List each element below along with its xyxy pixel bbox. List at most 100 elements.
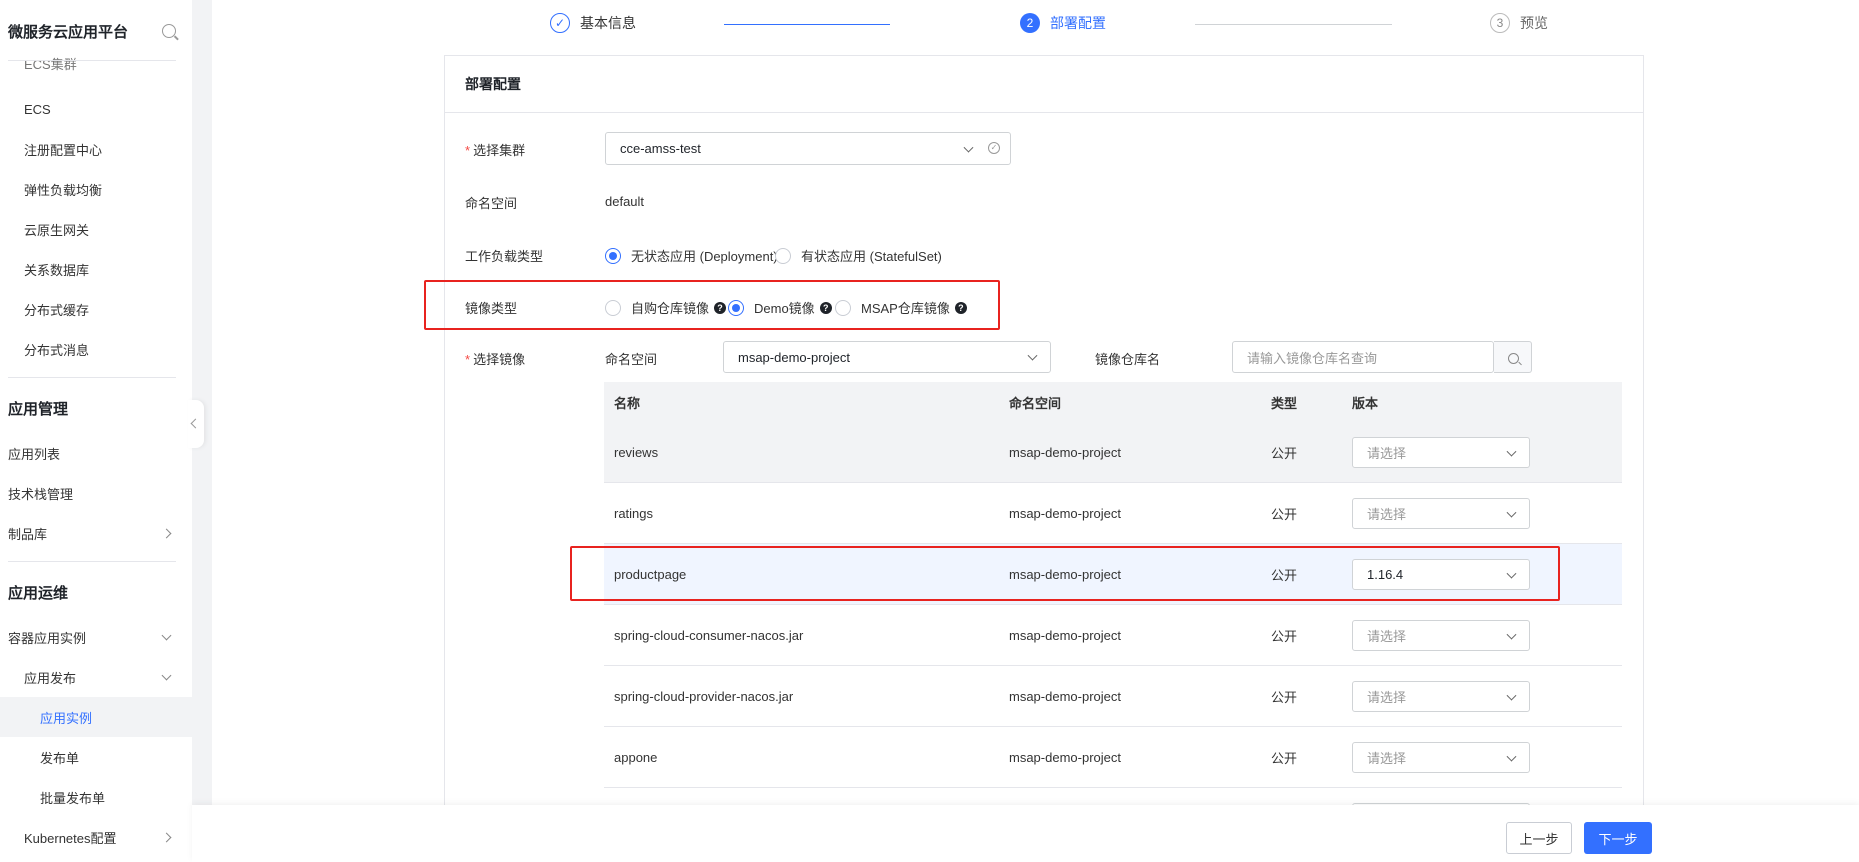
repo-search-input[interactable]: 请输入镜像仓库名查询 — [1232, 341, 1494, 373]
table-row[interactable]: ratings msap-demo-project 公开 请选择 — [604, 483, 1622, 544]
version-value: 请选择 — [1367, 446, 1407, 461]
search-icon — [1508, 353, 1519, 364]
image-namespace-value: msap-demo-project — [738, 349, 850, 365]
sidebar-item-label: Kubernetes配置 — [24, 830, 117, 846]
radio-unchecked — [775, 247, 791, 264]
row-namespace: msap-demo-project — [1009, 444, 1121, 460]
radio-label: 无状态应用 (Deployment) — [631, 249, 778, 264]
card-title: 部署配置 — [445, 56, 1643, 113]
version-select[interactable]: 请选择 — [1352, 437, 1530, 468]
row-type: 公开 — [1271, 506, 1298, 522]
radio-statefulset[interactable]: 有状态应用 (StatefulSet) — [775, 246, 942, 265]
row-type: 公开 — [1271, 689, 1298, 705]
check-circle-icon: ✓ — [988, 142, 1000, 154]
select-image-label: * 选择镜像 — [465, 352, 526, 367]
step-preview: 3 预览 — [1490, 13, 1548, 33]
chevron-right-icon — [161, 528, 172, 538]
step-basic-info: ✓ 基本信息 — [550, 13, 636, 33]
sidebar-item-label: 制品库 — [8, 526, 48, 542]
sidebar-item-instance[interactable]: 应用实例 — [0, 697, 192, 737]
row-type: 公开 — [1271, 445, 1298, 461]
version-select[interactable]: 请选择 — [1352, 681, 1530, 712]
sidebar: 微服务云应用平台 ECS集群 ECS 注册配置中心 弹性负载均衡 云原生网关 关… — [0, 0, 192, 862]
next-step-button[interactable]: 下一步 — [1584, 822, 1652, 854]
workload-label: 工作负载类型 — [465, 249, 544, 264]
row-type: 公开 — [1271, 750, 1298, 766]
cluster-label: * 选择集群 — [465, 143, 526, 158]
cluster-value: cce-amss-test — [620, 141, 701, 156]
sidebar-item-batch-release[interactable]: 批量发布单 — [0, 777, 192, 817]
row-namespace: msap-demo-project — [1009, 627, 1121, 643]
header-version: 版本 — [1352, 395, 1379, 411]
namespace-label: 命名空间 — [465, 196, 518, 211]
sidebar-item-app-list[interactable]: 应用列表 — [0, 433, 192, 473]
image-namespace-select[interactable]: msap-demo-project — [723, 341, 1051, 373]
sidebar-item-label: 容器应用实例 — [8, 630, 87, 646]
sidebar-item-container[interactable]: 容器应用实例 — [0, 617, 192, 657]
header-namespace: 命名空间 — [1009, 395, 1062, 411]
main-content: ✓ 基本信息 2 部署配置 3 预览 部署配置 * 选择集群 cce-amss-t… — [212, 0, 1859, 862]
chevron-down-icon — [161, 630, 172, 640]
radio-deployment[interactable]: 无状态应用 (Deployment) — [605, 246, 778, 265]
table-row[interactable]: appone msap-demo-project 公开 请选择 — [604, 727, 1622, 788]
sidebar-item-stack[interactable]: 技术栈管理 — [0, 473, 192, 513]
check-icon: ✓ — [550, 13, 570, 33]
step-label: 部署配置 — [1050, 15, 1106, 31]
version-value: 请选择 — [1367, 629, 1407, 644]
namespace-value: default — [605, 194, 645, 209]
sidebar-item-elb[interactable]: 弹性负载均衡 — [0, 169, 192, 209]
chevron-right-icon — [161, 832, 172, 842]
sidebar-item-mq[interactable]: 分布式消息 — [0, 329, 192, 369]
highlight-image-type — [424, 280, 1000, 330]
chevron-down-icon — [161, 670, 172, 680]
sidebar-item-release-order[interactable]: 发布单 — [0, 737, 192, 777]
chevron-down-icon — [1506, 690, 1517, 701]
sidebar-item-ecs[interactable]: ECS — [0, 89, 192, 129]
header-type: 类型 — [1271, 395, 1298, 411]
table-row[interactable]: spring-cloud-provider-nacos.jar msap-dem… — [604, 666, 1622, 727]
repo-name-label: 镜像仓库名 — [1095, 352, 1161, 367]
sidebar-header: 微服务云应用平台 — [0, 0, 192, 62]
step-label: 预览 — [1520, 15, 1548, 31]
sidebar-item-ecs-cluster[interactable]: ECS集群 — [0, 55, 192, 73]
divider — [8, 561, 176, 562]
sidebar-item-rdb[interactable]: 关系数据库 — [0, 249, 192, 289]
group-app-management: 应用管理 — [8, 401, 69, 418]
row-namespace: msap-demo-project — [1009, 688, 1121, 704]
image-table: 名称 命名空间 类型 版本 reviews msap-demo-project … — [604, 382, 1622, 834]
chevron-down-icon — [1027, 350, 1038, 361]
version-select[interactable]: 请选择 — [1352, 498, 1530, 529]
table-header: 名称 命名空间 类型 版本 — [604, 382, 1622, 422]
sidebar-item-registry[interactable]: 注册配置中心 — [0, 129, 192, 169]
step-connector — [724, 24, 890, 25]
chevron-down-icon — [963, 142, 974, 153]
version-value: 请选择 — [1367, 507, 1407, 522]
row-type: 公开 — [1271, 628, 1298, 644]
sidebar-item-artifact[interactable]: 制品库 — [0, 513, 192, 553]
step-label: 基本信息 — [580, 15, 636, 31]
radio-checked — [605, 247, 621, 264]
search-icon[interactable] — [162, 24, 176, 38]
cluster-select[interactable]: cce-amss-test ✓ — [605, 132, 1011, 165]
sidebar-title: 微服务云应用平台 — [8, 23, 129, 41]
row-name: reviews — [614, 444, 659, 460]
step-number: 2 — [1020, 13, 1040, 33]
sidebar-item-gateway[interactable]: 云原生网关 — [0, 209, 192, 249]
prev-step-button[interactable]: 上一步 — [1506, 822, 1572, 854]
table-row[interactable]: spring-cloud-consumer-nacos.jar msap-dem… — [604, 605, 1622, 666]
version-value: 请选择 — [1367, 751, 1407, 766]
collapse-sidebar-handle[interactable] — [188, 400, 204, 448]
row-namespace: msap-demo-project — [1009, 505, 1121, 521]
sidebar-item-k8s[interactable]: Kubernetes配置 — [0, 817, 192, 857]
sidebar-item-cache[interactable]: 分布式缓存 — [0, 289, 192, 329]
sidebar-item-release[interactable]: 应用发布 — [0, 657, 192, 697]
chevron-down-icon — [1506, 507, 1517, 518]
row-namespace: msap-demo-project — [1009, 749, 1121, 765]
version-select[interactable]: 请选择 — [1352, 742, 1530, 773]
version-select[interactable]: 请选择 — [1352, 620, 1530, 651]
repo-search-button[interactable] — [1494, 341, 1532, 373]
table-row[interactable]: reviews msap-demo-project 公开 请选择 — [604, 422, 1622, 483]
row-name: appone — [614, 749, 658, 765]
header-name: 名称 — [614, 395, 641, 411]
step-number: 3 — [1490, 13, 1510, 33]
